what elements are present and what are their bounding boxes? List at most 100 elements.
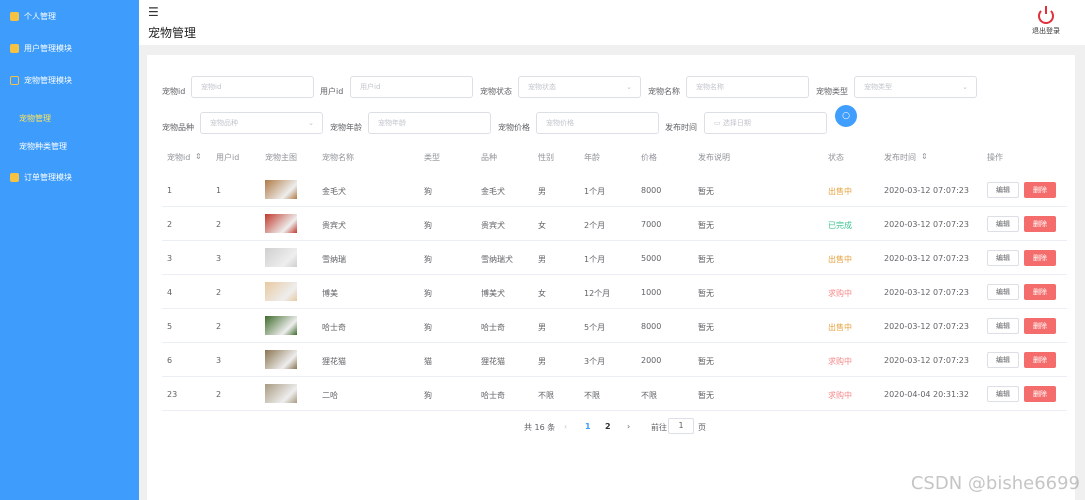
delete-button[interactable]: 删除 [1024,318,1056,334]
placeholder: 宠物id [201,83,222,91]
menu-icon[interactable]: ☰ [148,5,159,19]
pet-image[interactable] [265,282,297,301]
goto-page-input[interactable]: 1 [668,418,694,434]
cell-breed: 雪纳瑞犬 [481,255,513,264]
delete-button[interactable]: 删除 [1024,216,1056,232]
cell-uid: 2 [216,220,222,229]
delete-button[interactable]: 删除 [1024,352,1056,368]
sidebar-item-pet-management[interactable]: 宠物管理 [19,113,51,124]
cell-type: 狗 [424,323,432,332]
delete-button[interactable]: 删除 [1024,284,1056,300]
cell-type: 狗 [424,221,432,230]
cell-name: 雪纳瑞 [322,255,346,264]
pet-id-input[interactable]: 宠物id [191,76,314,98]
edit-button[interactable]: 编辑 [987,352,1019,368]
edit-button[interactable]: 编辑 [987,284,1019,300]
cell-uid: 2 [216,288,222,297]
sidebar-item-pet-category[interactable]: 宠物种类管理 [19,141,67,152]
column-header: 宠物名称 [322,153,354,162]
table-row: 4 2 博美 狗 博美犬 女 12个月 1000 暂无 求购中 2020-03-12 07:07:2… [162,275,1067,309]
pet-image[interactable] [265,214,297,233]
cell-type: 猫 [424,357,432,366]
user-id-input[interactable]: 用户id [350,76,473,98]
cell-sex: 男 [538,357,546,366]
sidebar-item-label: 宠物管理模块 [24,76,72,85]
cell-sex: 男 [538,323,546,332]
status-badge: 已完成 [828,221,852,230]
pet-breed-select[interactable]: 宠物品种 ⌄ [200,112,323,134]
sort-icon[interactable]: ⇕ [921,152,928,161]
pet-image[interactable] [265,316,297,335]
column-header[interactable]: 发布时间 [884,152,916,163]
sidebar: 个人管理 用户管理模块 宠物管理模块 宠物管理 宠物种类管理 订单管理模块 [0,0,139,500]
cell-sex: 女 [538,221,546,230]
sidebar-item-users[interactable]: 用户管理模块 [10,43,72,54]
pet-name-label: 宠物名称 [648,87,680,96]
search-button[interactable]: ○ [835,105,857,127]
pet-status-select[interactable]: 宠物状态 ⌄ [518,76,641,98]
next-page-button[interactable]: › [627,422,630,431]
pet-id-label: 宠物id [162,87,186,96]
pet-name-input[interactable]: 宠物名称 [686,76,809,98]
cell-desc: 暂无 [698,187,714,196]
cell-type: 狗 [424,391,432,400]
search-icon: ○ [842,111,850,121]
calendar-icon: ▭ [714,119,723,127]
document-icon [10,173,19,182]
pet-image[interactable] [265,180,297,199]
cell-desc: 暂无 [698,289,714,298]
page-2[interactable]: 2 [605,422,611,431]
pet-image[interactable] [265,350,297,369]
cell-time: 2020-03-12 07:07:23 [884,288,969,297]
status-badge: 出售中 [828,255,852,264]
edit-button[interactable]: 编辑 [987,216,1019,232]
table-row: 1 1 金毛犬 狗 金毛犬 男 1个月 8000 暂无 出售中 2020-03-12 07:07:2… [162,173,1067,207]
cell-uid: 3 [216,254,222,263]
cell-uid: 2 [216,390,222,399]
status-badge: 求购中 [828,357,852,366]
column-header: 用户id [216,153,240,162]
pet-age-input[interactable]: 宠物年龄 [368,112,491,134]
edit-button[interactable]: 编辑 [987,182,1019,198]
logout-button[interactable]: 退出登录 [1032,6,1060,36]
column-header[interactable]: 宠物id [167,152,190,163]
table-row: 2 2 贵宾犬 狗 贵宾犬 女 2个月 7000 暂无 已完成 2020-03-12 07:07:2… [162,207,1067,241]
edit-button[interactable]: 编辑 [987,250,1019,266]
placeholder: 宠物年龄 [378,119,406,127]
cell-time: 2020-03-12 07:07:23 [884,186,969,195]
pet-image[interactable] [265,384,297,403]
sidebar-item-personal[interactable]: 个人管理 [10,11,56,22]
edit-button[interactable]: 编辑 [987,318,1019,334]
cell-type: 狗 [424,187,432,196]
pet-image[interactable] [265,248,297,267]
sort-icon[interactable]: ⇕ [195,152,202,161]
cell-desc: 暂无 [698,323,714,332]
cell-uid: 2 [216,322,222,331]
delete-button[interactable]: 删除 [1024,182,1056,198]
publish-date-input[interactable]: ▭ 选择日期 [704,112,827,134]
chevron-down-icon: ⌄ [962,83,968,91]
content-card: 宠物id 宠物id 用户id 用户id 宠物状态 宠物状态 ⌄ 宠物名称 宠物名称 宠物类型 宠物类… [147,55,1075,500]
watermark: CSDN @bishe6699 [910,473,1080,494]
page-1[interactable]: 1 [585,422,591,431]
cell-age: 3个月 [584,357,606,366]
delete-button[interactable]: 删除 [1024,386,1056,402]
prev-page-button[interactable]: ‹ [564,422,567,431]
cell-name: 狸花猫 [322,357,346,366]
status-badge: 求购中 [828,289,852,298]
cell-id: 5 [167,322,173,331]
sidebar-item-orders[interactable]: 订单管理模块 [10,172,72,183]
column-header: 类型 [424,153,440,162]
delete-button[interactable]: 删除 [1024,250,1056,266]
column-header: 发布说明 [698,153,730,162]
cell-price: 8000 [641,186,662,195]
pet-type-select[interactable]: 宠物类型 ⌄ [854,76,977,98]
cell-price: 8000 [641,322,662,331]
status-badge: 求购中 [828,391,852,400]
pet-price-input[interactable]: 宠物价格 [536,112,659,134]
table-row: 6 3 狸花猫 猫 狸花猫 男 3个月 2000 暂无 求购中 2020-03-12 07:07:2… [162,343,1067,377]
edit-button[interactable]: 编辑 [987,386,1019,402]
cell-id: 4 [167,288,173,297]
cell-sex: 女 [538,289,546,298]
sidebar-item-pets[interactable]: 宠物管理模块 [10,75,72,86]
